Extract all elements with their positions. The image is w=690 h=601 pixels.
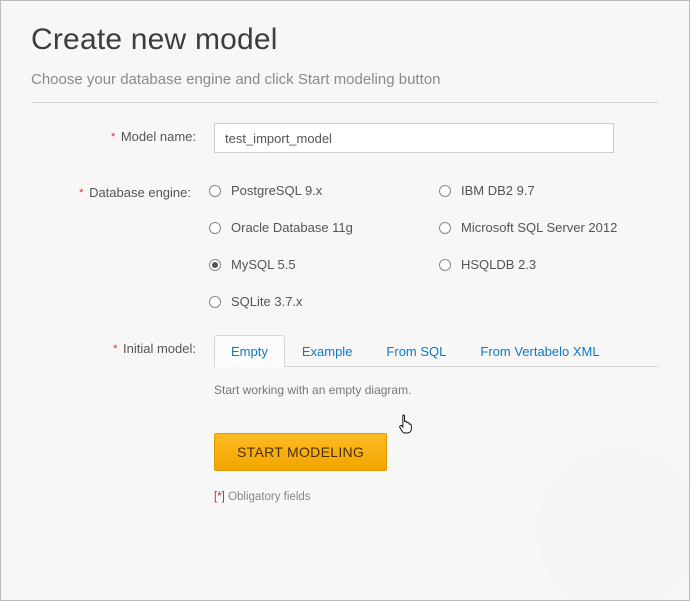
initial-model-tabs: Empty Example From SQL From Vertabelo XM… bbox=[214, 335, 659, 367]
page-title: Create new model bbox=[31, 23, 659, 57]
label-text-initial-model: Initial model: bbox=[123, 341, 196, 356]
label-text-db-engine: Database engine: bbox=[89, 185, 191, 200]
page-subtitle: Choose your database engine and click St… bbox=[31, 71, 659, 88]
radio-postgresql[interactable]: PostgreSQL 9.x bbox=[209, 183, 429, 198]
start-modeling-button[interactable]: START MODELING bbox=[214, 433, 387, 471]
radio-icon bbox=[209, 296, 221, 308]
radio-icon bbox=[439, 185, 451, 197]
obligatory-text: Obligatory fields bbox=[228, 491, 310, 503]
radio-icon bbox=[209, 222, 221, 234]
required-marker-icon: * bbox=[111, 131, 115, 143]
radio-label: HSQLDB 2.3 bbox=[461, 257, 536, 272]
radio-sqlite[interactable]: SQLite 3.7.x bbox=[209, 294, 429, 309]
radio-mssql[interactable]: Microsoft SQL Server 2012 bbox=[439, 220, 659, 235]
label-db-engine: * Database engine: bbox=[31, 179, 209, 309]
create-model-form: Create new model Choose your database en… bbox=[0, 0, 690, 601]
tab-example[interactable]: Example bbox=[285, 335, 370, 367]
label-model-name: * Model name: bbox=[31, 123, 214, 153]
db-engine-options: PostgreSQL 9.x IBM DB2 9.7 Oracle Databa… bbox=[209, 179, 659, 309]
label-text-model-name: Model name: bbox=[121, 129, 196, 144]
tab-from-vertabelo-xml[interactable]: From Vertabelo XML bbox=[463, 335, 616, 367]
tab-from-sql[interactable]: From SQL bbox=[369, 335, 463, 367]
required-marker-icon: * bbox=[79, 187, 83, 199]
radio-mysql[interactable]: MySQL 5.5 bbox=[209, 257, 429, 272]
initial-model-description: Start working with an empty diagram. bbox=[214, 383, 659, 397]
row-model-name: * Model name: bbox=[31, 123, 659, 153]
radio-icon bbox=[439, 222, 451, 234]
radio-label: SQLite 3.7.x bbox=[231, 294, 303, 309]
radio-icon bbox=[209, 185, 221, 197]
radio-label: PostgreSQL 9.x bbox=[231, 183, 322, 198]
tab-empty[interactable]: Empty bbox=[214, 335, 285, 367]
radio-label: MySQL 5.5 bbox=[231, 257, 296, 272]
model-name-input[interactable] bbox=[214, 123, 614, 153]
radio-icon bbox=[439, 259, 451, 271]
divider bbox=[31, 102, 659, 103]
label-initial-model: * Initial model: bbox=[31, 335, 214, 503]
radio-icon bbox=[209, 259, 221, 271]
radio-hsqldb[interactable]: HSQLDB 2.3 bbox=[439, 257, 659, 272]
radio-label: Oracle Database 11g bbox=[231, 220, 353, 235]
row-db-engine: * Database engine: PostgreSQL 9.x IBM DB… bbox=[31, 179, 659, 309]
radio-label: Microsoft SQL Server 2012 bbox=[461, 220, 617, 235]
radio-ibm-db2[interactable]: IBM DB2 9.7 bbox=[439, 183, 659, 198]
row-initial-model: * Initial model: Empty Example From SQL … bbox=[31, 335, 659, 503]
radio-label: IBM DB2 9.7 bbox=[461, 183, 535, 198]
required-marker-icon: * bbox=[113, 343, 117, 355]
obligatory-note: [*] Obligatory fields bbox=[214, 491, 659, 503]
radio-oracle[interactable]: Oracle Database 11g bbox=[209, 220, 429, 235]
obligatory-marker: [*] bbox=[214, 491, 225, 503]
